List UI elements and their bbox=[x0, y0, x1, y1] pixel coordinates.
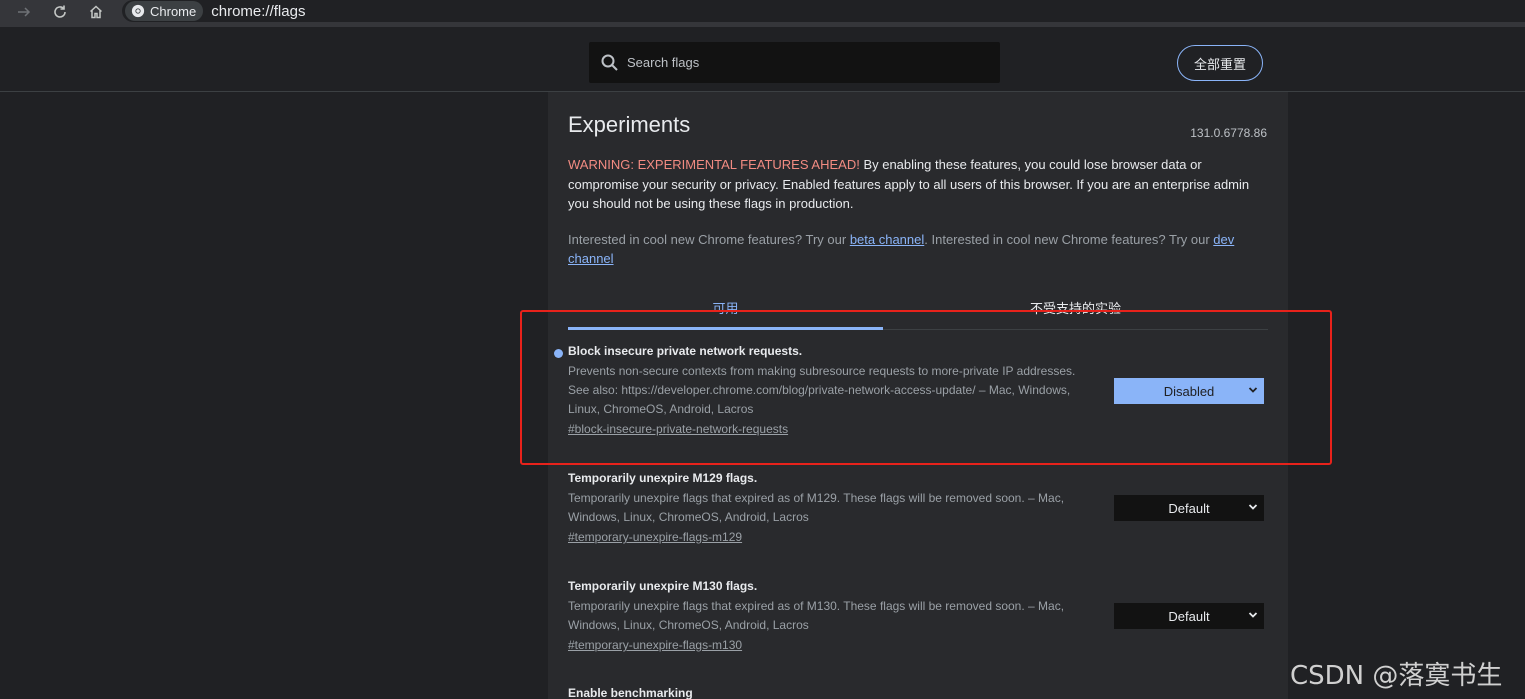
search-icon bbox=[601, 54, 618, 71]
flag-item: Temporarily unexpire M130 flags. Tempora… bbox=[568, 579, 1268, 655]
search-input[interactable] bbox=[627, 55, 987, 70]
flag-state-select[interactable]: Default bbox=[1114, 603, 1264, 629]
channel-promo: Interested in cool new Chrome features? … bbox=[568, 230, 1268, 268]
beta-channel-link[interactable]: beta channel bbox=[850, 232, 924, 247]
flag-name: Temporarily unexpire M129 flags. bbox=[568, 471, 758, 485]
flag-item: Temporarily unexpire M129 flags. Tempora… bbox=[568, 471, 1268, 547]
flags-header: 全部重置 bbox=[0, 35, 1525, 92]
flag-description: Temporarily unexpire flags that expired … bbox=[568, 491, 1065, 524]
url-text[interactable]: chrome://flags bbox=[211, 3, 305, 20]
chevron-down-icon bbox=[1248, 612, 1258, 618]
browser-toolbar: Chrome chrome://flags bbox=[0, 0, 1525, 27]
flag-state-select[interactable]: Default bbox=[1114, 495, 1264, 521]
interest-text-2: . Interested in cool new Chrome features… bbox=[924, 232, 1214, 247]
forward-arrow-icon[interactable] bbox=[14, 2, 34, 22]
flag-description: Temporarily unexpire flags that expired … bbox=[568, 599, 1065, 632]
address-bar[interactable]: Chrome chrome://flags bbox=[122, 0, 1525, 22]
reset-all-button[interactable]: 全部重置 bbox=[1177, 45, 1263, 81]
interest-text-1: Interested in cool new Chrome features? … bbox=[568, 232, 850, 247]
search-box[interactable] bbox=[589, 42, 1000, 83]
chrome-chip-label: Chrome bbox=[150, 3, 197, 19]
highlight-annotation-box bbox=[520, 310, 1332, 465]
home-icon[interactable] bbox=[86, 2, 106, 22]
chrome-chip[interactable]: Chrome bbox=[125, 1, 204, 21]
flag-permalink[interactable]: #temporary-unexpire-flags-m129 bbox=[568, 527, 1268, 547]
flag-state-value: Default bbox=[1168, 500, 1210, 516]
reload-icon[interactable] bbox=[50, 2, 70, 22]
warning-prefix: WARNING: EXPERIMENTAL FEATURES AHEAD! bbox=[568, 157, 860, 172]
flag-item: Enable benchmarking bbox=[568, 686, 1268, 699]
flag-name: Temporarily unexpire M130 flags. bbox=[568, 579, 758, 593]
chrome-logo-icon bbox=[131, 4, 145, 18]
warning-message: WARNING: EXPERIMENTAL FEATURES AHEAD! By… bbox=[568, 155, 1268, 214]
flag-name: Enable benchmarking bbox=[568, 686, 693, 699]
flag-state-value: Default bbox=[1168, 608, 1210, 624]
watermark: CSDN @落寞书生 bbox=[1290, 661, 1503, 691]
chevron-down-icon bbox=[1248, 504, 1258, 510]
page-title: Experiments bbox=[568, 112, 691, 137]
version-text: 131.0.6778.86 bbox=[1190, 126, 1267, 140]
flag-permalink[interactable]: #temporary-unexpire-flags-m130 bbox=[568, 635, 1268, 655]
